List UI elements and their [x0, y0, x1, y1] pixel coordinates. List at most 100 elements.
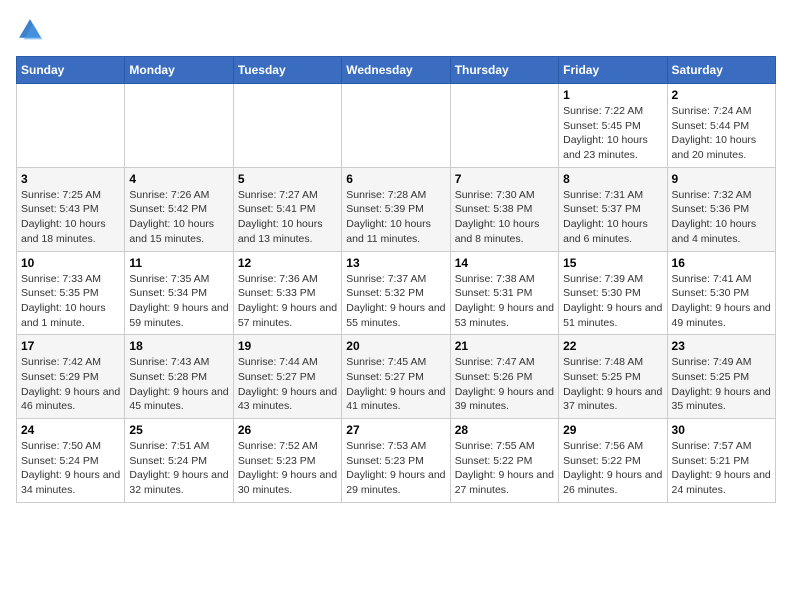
day-info: Sunrise: 7:39 AM Sunset: 5:30 PM Dayligh…	[563, 272, 662, 331]
day-number: 17	[21, 339, 120, 353]
calendar-cell: 23 Sunrise: 7:49 AM Sunset: 5:25 PM Dayli…	[667, 335, 775, 419]
day-number: 1	[563, 88, 662, 102]
calendar-cell: 4 Sunrise: 7:26 AM Sunset: 5:42 PM Daylig…	[125, 167, 233, 251]
calendar-cell: 30 Sunrise: 7:57 AM Sunset: 5:21 PM Dayli…	[667, 419, 775, 503]
page-header	[16, 16, 776, 44]
column-header-wednesday: Wednesday	[342, 57, 450, 84]
day-info: Sunrise: 7:55 AM Sunset: 5:22 PM Dayligh…	[455, 439, 554, 498]
calendar-cell	[17, 84, 125, 168]
day-number: 19	[238, 339, 337, 353]
column-header-thursday: Thursday	[450, 57, 558, 84]
day-info: Sunrise: 7:43 AM Sunset: 5:28 PM Dayligh…	[129, 355, 228, 414]
calendar-cell: 8 Sunrise: 7:31 AM Sunset: 5:37 PM Daylig…	[559, 167, 667, 251]
day-number: 18	[129, 339, 228, 353]
day-info: Sunrise: 7:32 AM Sunset: 5:36 PM Dayligh…	[672, 188, 771, 247]
day-info: Sunrise: 7:30 AM Sunset: 5:38 PM Dayligh…	[455, 188, 554, 247]
day-number: 28	[455, 423, 554, 437]
day-number: 20	[346, 339, 445, 353]
calendar-cell: 25 Sunrise: 7:51 AM Sunset: 5:24 PM Dayli…	[125, 419, 233, 503]
day-info: Sunrise: 7:26 AM Sunset: 5:42 PM Dayligh…	[129, 188, 228, 247]
calendar-cell: 22Sunrise: 7:48 AM Sunset: 5:25 PM Dayli…	[559, 335, 667, 419]
calendar-table: SundayMondayTuesdayWednesdayThursdayFrid…	[16, 56, 776, 503]
calendar-cell: 3 Sunrise: 7:25 AM Sunset: 5:43 PM Daylig…	[17, 167, 125, 251]
day-info: Sunrise: 7:37 AM Sunset: 5:32 PM Dayligh…	[346, 272, 445, 331]
day-info: Sunrise: 7:49 AM Sunset: 5:25 PM Dayligh…	[672, 355, 771, 414]
day-info: Sunrise: 7:24 AM Sunset: 5:44 PM Dayligh…	[672, 104, 771, 163]
day-info: Sunrise: 7:41 AM Sunset: 5:30 PM Dayligh…	[672, 272, 771, 331]
day-number: 23	[672, 339, 771, 353]
calendar-cell: 6 Sunrise: 7:28 AM Sunset: 5:39 PM Daylig…	[342, 167, 450, 251]
day-number: 22	[563, 339, 662, 353]
day-info: Sunrise: 7:44 AM Sunset: 5:27 PM Dayligh…	[238, 355, 337, 414]
day-number: 12	[238, 256, 337, 270]
day-number: 5	[238, 172, 337, 186]
column-header-saturday: Saturday	[667, 57, 775, 84]
day-number: 29	[563, 423, 662, 437]
day-number: 24	[21, 423, 120, 437]
day-info: Sunrise: 7:25 AM Sunset: 5:43 PM Dayligh…	[21, 188, 120, 247]
day-info: Sunrise: 7:57 AM Sunset: 5:21 PM Dayligh…	[672, 439, 771, 498]
day-info: Sunrise: 7:56 AM Sunset: 5:22 PM Dayligh…	[563, 439, 662, 498]
day-number: 30	[672, 423, 771, 437]
calendar-cell	[450, 84, 558, 168]
day-number: 25	[129, 423, 228, 437]
calendar-cell: 9 Sunrise: 7:32 AM Sunset: 5:36 PM Daylig…	[667, 167, 775, 251]
day-number: 2	[672, 88, 771, 102]
calendar-header-row: SundayMondayTuesdayWednesdayThursdayFrid…	[17, 57, 776, 84]
calendar-cell: 29 Sunrise: 7:56 AM Sunset: 5:22 PM Dayli…	[559, 419, 667, 503]
day-info: Sunrise: 7:47 AM Sunset: 5:26 PM Dayligh…	[455, 355, 554, 414]
day-info: Sunrise: 7:35 AM Sunset: 5:34 PM Dayligh…	[129, 272, 228, 331]
column-header-friday: Friday	[559, 57, 667, 84]
calendar-cell: 24 Sunrise: 7:50 AM Sunset: 5:24 PM Dayli…	[17, 419, 125, 503]
column-header-sunday: Sunday	[17, 57, 125, 84]
calendar-cell: 15 Sunrise: 7:39 AM Sunset: 5:30 PM Dayli…	[559, 251, 667, 335]
day-number: 10	[21, 256, 120, 270]
day-info: Sunrise: 7:45 AM Sunset: 5:27 PM Dayligh…	[346, 355, 445, 414]
day-number: 3	[21, 172, 120, 186]
calendar-week-row: 17Sunrise: 7:42 AM Sunset: 5:29 PM Dayli…	[17, 335, 776, 419]
calendar-cell	[342, 84, 450, 168]
calendar-week-row: 10Sunrise: 7:33 AM Sunset: 5:35 PM Dayli…	[17, 251, 776, 335]
day-number: 14	[455, 256, 554, 270]
calendar-cell: 12 Sunrise: 7:36 AM Sunset: 5:33 PM Dayli…	[233, 251, 341, 335]
day-number: 8	[563, 172, 662, 186]
calendar-week-row: 24 Sunrise: 7:50 AM Sunset: 5:24 PM Dayli…	[17, 419, 776, 503]
day-info: Sunrise: 7:50 AM Sunset: 5:24 PM Dayligh…	[21, 439, 120, 498]
day-info: Sunrise: 7:51 AM Sunset: 5:24 PM Dayligh…	[129, 439, 228, 498]
calendar-cell: 21 Sunrise: 7:47 AM Sunset: 5:26 PM Dayli…	[450, 335, 558, 419]
calendar-cell: 11 Sunrise: 7:35 AM Sunset: 5:34 PM Dayli…	[125, 251, 233, 335]
day-number: 4	[129, 172, 228, 186]
day-info: Sunrise: 7:36 AM Sunset: 5:33 PM Dayligh…	[238, 272, 337, 331]
day-number: 27	[346, 423, 445, 437]
calendar-cell: 27Sunrise: 7:53 AM Sunset: 5:23 PM Dayli…	[342, 419, 450, 503]
calendar-cell	[233, 84, 341, 168]
logo	[16, 16, 48, 44]
day-info: Sunrise: 7:31 AM Sunset: 5:37 PM Dayligh…	[563, 188, 662, 247]
calendar-cell: 26Sunrise: 7:52 AM Sunset: 5:23 PM Dayli…	[233, 419, 341, 503]
calendar-cell: 18 Sunrise: 7:43 AM Sunset: 5:28 PM Dayli…	[125, 335, 233, 419]
day-number: 6	[346, 172, 445, 186]
day-number: 21	[455, 339, 554, 353]
calendar-cell: 2 Sunrise: 7:24 AM Sunset: 5:44 PM Daylig…	[667, 84, 775, 168]
calendar-cell: 20 Sunrise: 7:45 AM Sunset: 5:27 PM Dayli…	[342, 335, 450, 419]
day-number: 13	[346, 256, 445, 270]
day-info: Sunrise: 7:28 AM Sunset: 5:39 PM Dayligh…	[346, 188, 445, 247]
day-info: Sunrise: 7:52 AM Sunset: 5:23 PM Dayligh…	[238, 439, 337, 498]
day-number: 7	[455, 172, 554, 186]
day-info: Sunrise: 7:27 AM Sunset: 5:41 PM Dayligh…	[238, 188, 337, 247]
calendar-cell: 19 Sunrise: 7:44 AM Sunset: 5:27 PM Dayli…	[233, 335, 341, 419]
day-info: Sunrise: 7:22 AM Sunset: 5:45 PM Dayligh…	[563, 104, 662, 163]
day-number: 16	[672, 256, 771, 270]
day-number: 11	[129, 256, 228, 270]
calendar-week-row: 3 Sunrise: 7:25 AM Sunset: 5:43 PM Daylig…	[17, 167, 776, 251]
calendar-cell: 14Sunrise: 7:38 AM Sunset: 5:31 PM Dayli…	[450, 251, 558, 335]
calendar-cell: 17Sunrise: 7:42 AM Sunset: 5:29 PM Dayli…	[17, 335, 125, 419]
day-number: 15	[563, 256, 662, 270]
calendar-cell: 10Sunrise: 7:33 AM Sunset: 5:35 PM Dayli…	[17, 251, 125, 335]
calendar-cell: 5 Sunrise: 7:27 AM Sunset: 5:41 PM Daylig…	[233, 167, 341, 251]
calendar-cell: 13 Sunrise: 7:37 AM Sunset: 5:32 PM Dayli…	[342, 251, 450, 335]
calendar-week-row: 1 Sunrise: 7:22 AM Sunset: 5:45 PM Daylig…	[17, 84, 776, 168]
column-header-tuesday: Tuesday	[233, 57, 341, 84]
calendar-cell: 16 Sunrise: 7:41 AM Sunset: 5:30 PM Dayli…	[667, 251, 775, 335]
day-number: 9	[672, 172, 771, 186]
